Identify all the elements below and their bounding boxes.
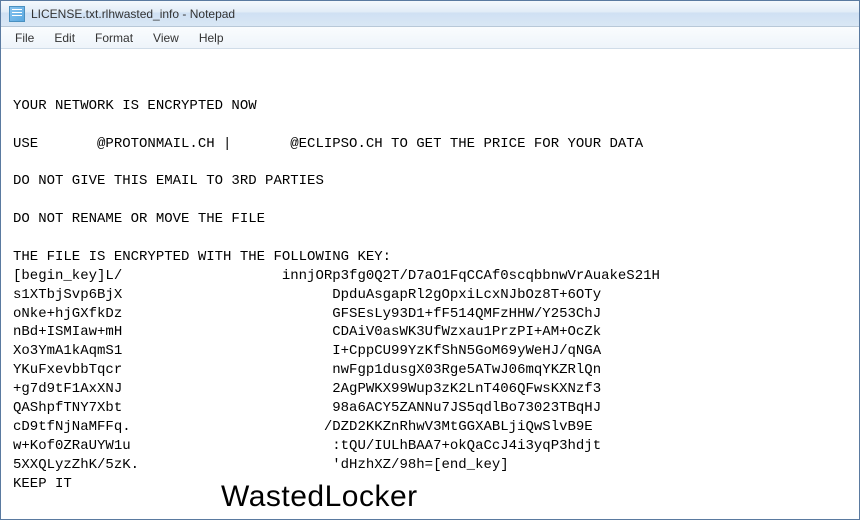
watermark-label: WastedLocker [221,477,418,518]
menu-view[interactable]: View [143,29,189,47]
menu-edit[interactable]: Edit [44,29,85,47]
title-bar[interactable]: LICENSE.txt.rlhwasted_info - Notepad [1,1,859,27]
text-area[interactable]: YOUR NETWORK IS ENCRYPTED NOW USE @PROTO… [1,49,859,519]
notepad-window: LICENSE.txt.rlhwasted_info - Notepad Fil… [0,0,860,520]
window-title: LICENSE.txt.rlhwasted_info - Notepad [31,7,235,21]
menu-file[interactable]: File [5,29,44,47]
menu-format[interactable]: Format [85,29,143,47]
menu-help[interactable]: Help [189,29,234,47]
notepad-icon [9,6,25,22]
menu-bar: File Edit Format View Help [1,27,859,49]
document-text: YOUR NETWORK IS ENCRYPTED NOW USE @PROTO… [13,98,660,492]
